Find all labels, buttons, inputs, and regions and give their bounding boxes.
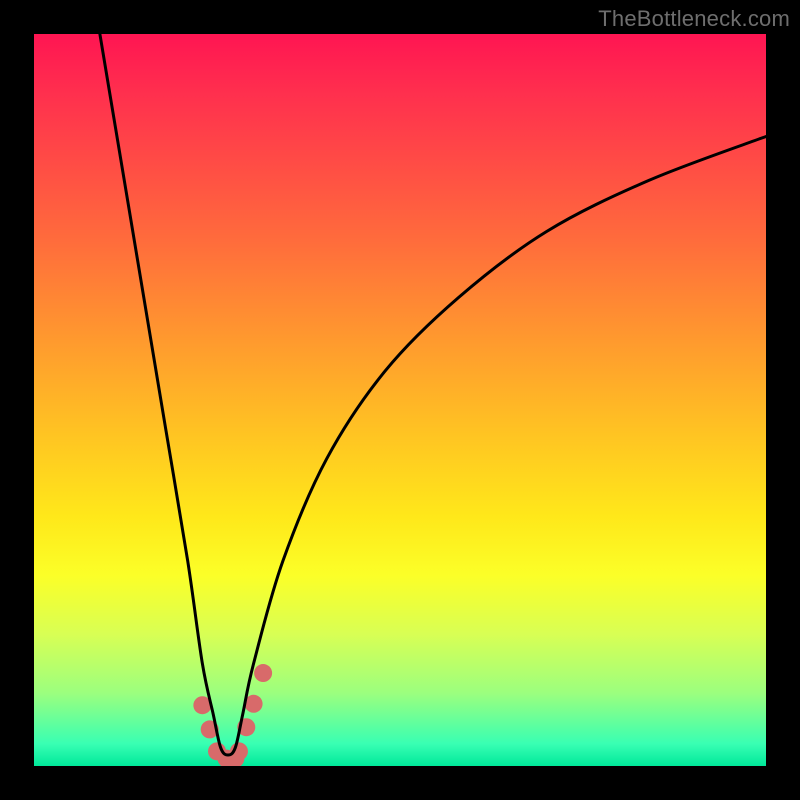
highlight-dot (254, 664, 272, 682)
plot-area (34, 34, 766, 766)
curve-layer (34, 34, 766, 766)
watermark-text: TheBottleneck.com (598, 6, 790, 32)
chart-frame: TheBottleneck.com (0, 0, 800, 800)
bottleneck-curve (100, 34, 766, 755)
